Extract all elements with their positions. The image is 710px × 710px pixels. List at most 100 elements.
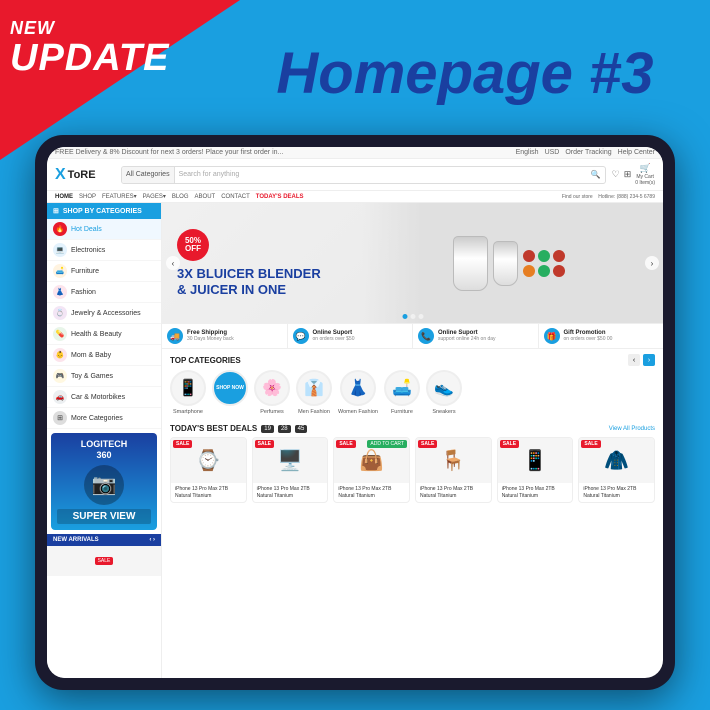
deal-info-3: iPhone 13 Pro Max 2TB Natural Titanium xyxy=(334,483,409,502)
new-arrivals-nav[interactable]: ‹ › xyxy=(149,537,155,543)
deal-info-2: iPhone 13 Pro Max 2TB Natural Titanium xyxy=(253,483,328,502)
sidebar-header: ⊞ SHOP BY CATEGORIES xyxy=(47,203,161,219)
topbar-lang[interactable]: English xyxy=(516,149,539,156)
sidebar-item-electronics[interactable]: 💻 Electronics xyxy=(47,240,161,261)
sidebar-dot-more: ⊞ xyxy=(53,411,67,425)
search-bar[interactable]: All Categories Search for anything 🔍 xyxy=(121,166,606,184)
deal-card-5[interactable]: 📱 SALE iPhone 13 Pro Max 2TB Natural Tit… xyxy=(497,437,574,503)
sale-badge-new: SALE xyxy=(95,557,114,565)
fruit-apple1 xyxy=(523,250,535,262)
banner-dots xyxy=(402,314,423,319)
sidebar-item-more[interactable]: ⊞ More Categories xyxy=(47,408,161,429)
logo-text: ToRE xyxy=(68,169,96,181)
promo-subtitle: SUPER VIEW xyxy=(57,509,151,524)
sidebar-item-toys[interactable]: 🎮 Toy & Games xyxy=(47,366,161,387)
banner-dot-3[interactable] xyxy=(418,314,423,319)
categories-prev[interactable]: ‹ xyxy=(628,354,640,366)
sidebar-item-furniture[interactable]: 🛋️ Furniture xyxy=(47,261,161,282)
banner-dot-2[interactable] xyxy=(410,314,415,319)
logo[interactable]: X ToRE xyxy=(55,166,115,184)
store-info: Find our store Hotline: (888) 234-5 6789 xyxy=(562,194,655,200)
nav-pages[interactable]: PAGES▾ xyxy=(143,193,166,200)
nav-blog[interactable]: BLOG xyxy=(172,194,189,200)
device-frame: FREE Delivery & 8% Discount for next 3 o… xyxy=(35,135,675,690)
sale-badge-5: SALE xyxy=(500,440,519,448)
cat-shop-now[interactable]: SHOP NOW xyxy=(212,370,248,415)
cat-men-fashion[interactable]: 👔 Men Fashion xyxy=(296,370,332,415)
sidebar-item-car[interactable]: 🚗 Car & Motorbikes xyxy=(47,387,161,408)
main-content: ⊞ SHOP BY CATEGORIES 🔥 Hot Deals 💻 Elect… xyxy=(47,203,663,678)
cat-perfumes[interactable]: 🌸 Perfumes xyxy=(254,370,290,415)
feature-support2: 📞 Online Suport support online 24h on da… xyxy=(413,324,539,348)
sidebar-item-fashion[interactable]: 👗 Fashion xyxy=(47,282,161,303)
banner-prev-button[interactable]: ‹ xyxy=(166,256,180,270)
nav-contact[interactable]: CONTACT xyxy=(221,194,250,200)
sidebar-item-health[interactable]: 💊 Health & Beauty xyxy=(47,324,161,345)
promo-title: LOGITECH 360 xyxy=(57,439,151,461)
sidebar-item-jewelry[interactable]: 💍 Jewelry & Accessories xyxy=(47,303,161,324)
nav-features[interactable]: FEATURES▾ xyxy=(102,193,137,200)
search-icon[interactable]: 🔍 xyxy=(587,170,605,179)
fruit-green2 xyxy=(538,265,550,277)
categories-next[interactable]: › xyxy=(643,354,655,366)
blender-shape xyxy=(453,236,488,291)
sidebar-label-elec: Electronics xyxy=(71,247,105,254)
top-categories-section: TOP CATEGORIES ‹ › 📱 Smartphone SHOP NOW xyxy=(162,349,663,420)
topbar-tracking[interactable]: Order Tracking xyxy=(565,149,611,156)
topbar-right: English USD Order Tracking Help Center xyxy=(516,149,655,156)
deal-card-2[interactable]: 🖥️ SALE iPhone 13 Pro Max 2TB Natural Ti… xyxy=(252,437,329,503)
main-nav: X ToRE All Categories Search for anythin… xyxy=(47,159,663,191)
fruit-apple3 xyxy=(553,265,565,277)
sale-badge-4: SALE xyxy=(418,440,437,448)
store-header: FREE Delivery & 8% Discount for next 3 o… xyxy=(47,147,663,203)
cat-label-sneakers: Sneakers xyxy=(432,409,455,415)
cat-circle-furniture: 🛋️ xyxy=(384,370,420,406)
wishlist-icon[interactable]: ♡ xyxy=(612,169,620,180)
sidebar-label-jew: Jewelry & Accessories xyxy=(71,310,141,317)
cat-furniture[interactable]: 🛋️ Furniture xyxy=(384,370,420,415)
categories-row: 📱 Smartphone SHOP NOW 🌸 Perfumes 👔 xyxy=(170,370,655,415)
sidebar-title: SHOP BY CATEGORIES xyxy=(63,208,142,215)
cat-women-fashion[interactable]: 👗 Women Fashion xyxy=(338,370,378,415)
sidebar-dot-toys: 🎮 xyxy=(53,369,67,383)
sale-badge-2: SALE xyxy=(255,440,274,448)
nav-shop[interactable]: SHOP xyxy=(79,194,96,200)
corner-label-area: NEW UPDATE xyxy=(10,18,169,77)
nav-deals[interactable]: TODAY'S DEALS xyxy=(256,194,304,200)
hero-discount-badge: 50% OFF xyxy=(177,229,209,261)
deal-card-6[interactable]: 🧥 SALE iPhone 13 Pro Max 2TB Natural Tit… xyxy=(578,437,655,503)
feature-support2-desc: support online 24h on day xyxy=(438,336,496,342)
nav-home[interactable]: HOME xyxy=(55,194,73,200)
promo-camera-icon: 📷 xyxy=(84,465,124,505)
banner-next-button[interactable]: › xyxy=(645,256,659,270)
deals-header: TODAY'S BEST DEALS 19 28 45 View All Pro… xyxy=(170,424,655,433)
feature-gift-desc: on orders over $50 00 xyxy=(564,336,613,342)
search-category[interactable]: All Categories xyxy=(122,167,175,183)
cat-smartphone[interactable]: 📱 Smartphone xyxy=(170,370,206,415)
sidebar-dot-car: 🚗 xyxy=(53,390,67,404)
nav-about[interactable]: ABOUT xyxy=(195,194,216,200)
page-title: Homepage #3 xyxy=(240,40,690,107)
category-nav: HOME SHOP FEATURES▾ PAGES▾ BLOG ABOUT CO… xyxy=(47,191,663,203)
sidebar-label-health: Health & Beauty xyxy=(71,331,122,338)
deal-card-1[interactable]: ⌚ SALE iPhone 13 Pro Max 2TB Natural Tit… xyxy=(170,437,247,503)
cat-sneakers[interactable]: 👟 Sneakers xyxy=(426,370,462,415)
sidebar-item-hot-deals[interactable]: 🔥 Hot Deals xyxy=(47,219,161,240)
find-store[interactable]: Find our store xyxy=(562,194,593,200)
search-input[interactable]: Search for anything xyxy=(175,167,587,183)
cart-items: 0 Item(s) xyxy=(635,180,655,186)
sidebar-item-mom[interactable]: 👶 Mom & Baby xyxy=(47,345,161,366)
compare-icon[interactable]: ⊞ xyxy=(624,169,632,180)
deal-card-4[interactable]: 🪑 SALE iPhone 13 Pro Max 2TB Natural Tit… xyxy=(415,437,492,503)
deal-card-3[interactable]: 👜 SALE ADD TO CART iPhone 13 Pro Max 2TB… xyxy=(333,437,410,503)
sidebar-label-hot: Hot Deals xyxy=(71,226,102,233)
deal-info-4: iPhone 13 Pro Max 2TB Natural Titanium xyxy=(416,483,491,502)
cart-button[interactable]: 🛒 My Cart 0 Item(s) xyxy=(635,163,655,186)
topbar-currency[interactable]: USD xyxy=(545,149,560,156)
banner-dot-1[interactable] xyxy=(402,314,407,319)
add-to-cart-badge[interactable]: ADD TO CART xyxy=(367,440,407,448)
topbar-help[interactable]: Help Center xyxy=(618,149,655,156)
view-all-link[interactable]: View All Products xyxy=(609,426,655,432)
deal-info-1: iPhone 13 Pro Max 2TB Natural Titanium xyxy=(171,483,246,502)
deals-section: TODAY'S BEST DEALS 19 28 45 View All Pro… xyxy=(162,420,663,507)
